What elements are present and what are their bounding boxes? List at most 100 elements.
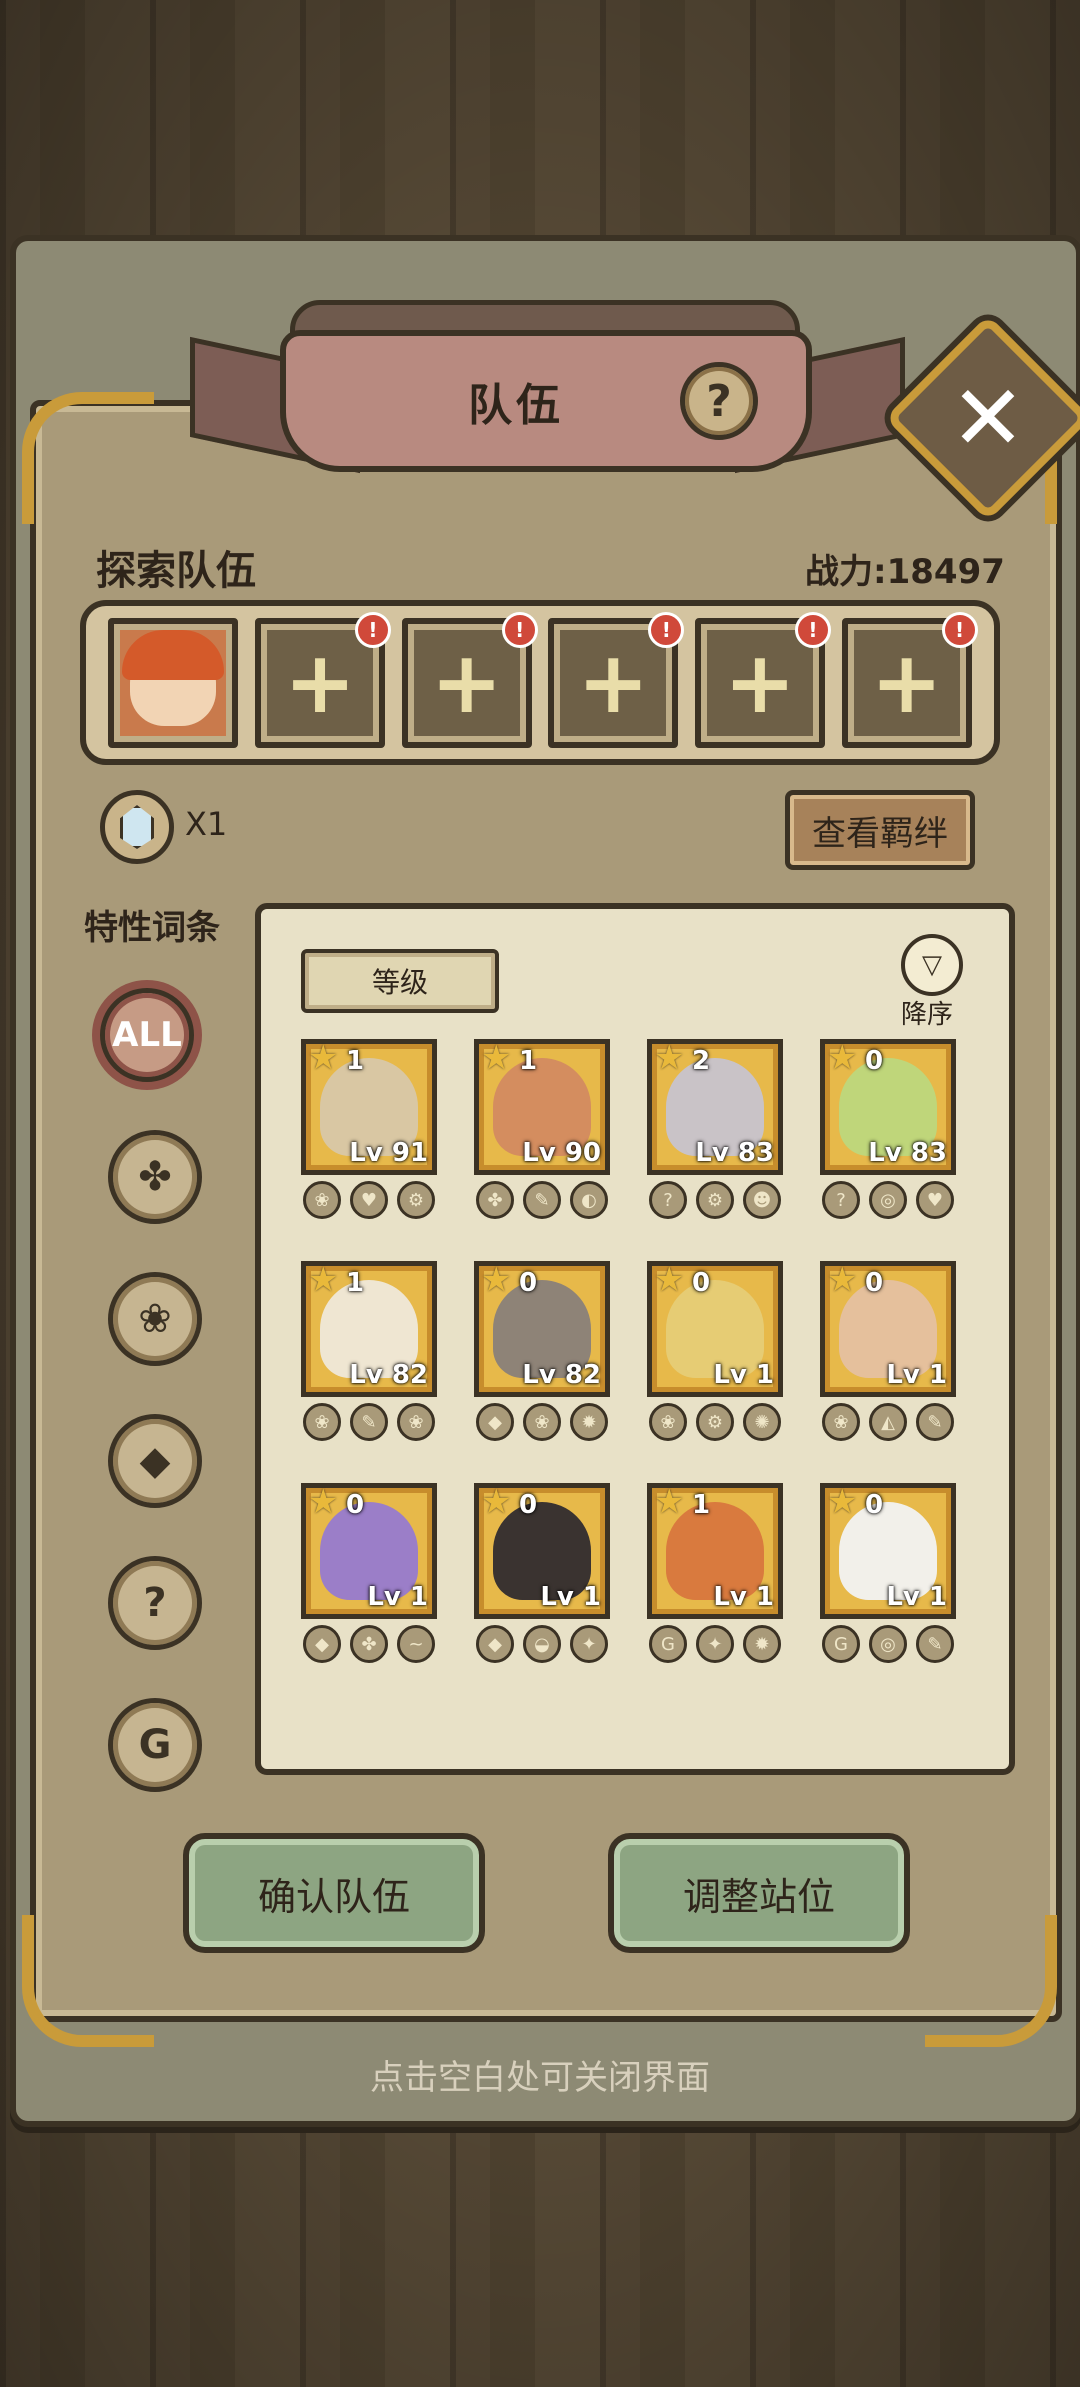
alert-badge: ! (501, 611, 538, 648)
star-icon: ★ (481, 1260, 512, 1300)
trait-icon: ◆ (476, 1625, 514, 1663)
hero-stars: 1 (346, 1046, 365, 1076)
close-icon[interactable]: ✕ (915, 345, 1061, 491)
trait-icon: ◆ (476, 1403, 514, 1441)
question-icon[interactable]: ? (108, 1556, 202, 1650)
help-icon[interactable]: ? (680, 362, 758, 440)
trait-icon: ✎ (350, 1403, 388, 1441)
trait-icon: ◐ (570, 1181, 608, 1219)
trait-filter-title: 特性词条 (84, 908, 220, 948)
hero-portrait: ★ 0 Lv 1 (301, 1482, 437, 1619)
hero-level: Lv 1 (540, 1582, 601, 1612)
star-icon: ★ (827, 1260, 858, 1300)
star-icon: ★ (827, 1482, 858, 1522)
hero-traits: ? ◎ ♥ (820, 1181, 956, 1219)
hero-stars: 0 (865, 1490, 884, 1520)
hero-card[interactable]: ★ 1 Lv 90 ✤ ✎ ◐ (474, 1038, 610, 1219)
hero-portrait: ★ 1 Lv 1 (647, 1482, 783, 1619)
trait-icon: ⚙ (696, 1403, 734, 1441)
crystal-icon[interactable]: ◆ (108, 1414, 202, 1508)
trait-icon: ~ (397, 1625, 435, 1663)
hero-card[interactable]: ★ 0 Lv 83 ? ◎ ♥ (820, 1038, 956, 1219)
star-icon: ★ (827, 1038, 858, 1078)
hero-traits: ✤ ✎ ◐ (474, 1181, 610, 1219)
hero-card[interactable]: ★ 0 Lv 82 ◆ ❀ ✹ (474, 1260, 610, 1441)
hero-card[interactable]: ★ 0 Lv 1 G ◎ ✎ (820, 1482, 956, 1663)
team-slot-empty[interactable]: + ! (401, 611, 538, 748)
plus-icon: + (870, 632, 943, 733)
trait-icon: ✺ (743, 1403, 781, 1441)
hero-level: Lv 1 (367, 1582, 428, 1612)
hero-stars: 2 (692, 1046, 711, 1076)
hook-icon[interactable]: G (108, 1698, 202, 1792)
hero-traits: ? ⚙ ☻ (647, 1181, 783, 1219)
team-slot-empty[interactable]: + ! (254, 611, 391, 748)
sort-arrow-icon[interactable]: ▽ (901, 934, 963, 996)
star-icon: ★ (654, 1260, 685, 1300)
corner-ornament (22, 1915, 154, 2047)
hero-card[interactable]: ★ 0 Lv 1 ◆ ✤ ~ (301, 1482, 437, 1663)
trait-icon: ◭ (869, 1403, 907, 1441)
hero-card[interactable]: ★ 0 Lv 1 ❀ ◭ ✎ (820, 1260, 956, 1441)
hero-level: Lv 1 (713, 1360, 774, 1390)
hero-card[interactable]: ★ 0 Lv 1 ❀ ⚙ ✺ (647, 1260, 783, 1441)
trait-filter-all[interactable]: ALL (100, 988, 194, 1082)
adjust-position-button[interactable]: 调整站位 (608, 1833, 910, 1953)
team-title: 探索队伍 (96, 548, 256, 594)
team-slot-hero[interactable] (108, 617, 239, 748)
trait-icon: G (822, 1625, 860, 1663)
star-icon: ★ (654, 1038, 685, 1078)
view-bonds-button[interactable]: 查看羁绊 (785, 790, 975, 870)
trait-icon: ❀ (523, 1403, 561, 1441)
trait-icon: ❀ (649, 1403, 687, 1441)
trait-icon: ✎ (523, 1181, 561, 1219)
trait-icon: ✦ (570, 1625, 608, 1663)
crystal-icon (120, 805, 154, 849)
hero-level: Lv 90 (522, 1138, 601, 1168)
plus-icon: + (430, 632, 503, 733)
plus-icon: + (577, 632, 650, 733)
hero-traits: G ◎ ✎ (820, 1625, 956, 1663)
hero-traits: G ✦ ✹ (647, 1625, 783, 1663)
star-icon: ★ (481, 1482, 512, 1522)
hero-card[interactable]: ★ 1 Lv 82 ❀ ✎ ❀ (301, 1260, 437, 1441)
star-icon: ★ (654, 1482, 685, 1522)
trait-icon: ❀ (397, 1403, 435, 1441)
hero-stars: 0 (692, 1268, 711, 1298)
hero-level: Lv 83 (868, 1138, 947, 1168)
team-power: 战力:18497 (805, 552, 1005, 592)
hero-portrait: ★ 0 Lv 1 (820, 1260, 956, 1397)
hero-stars: 1 (692, 1490, 711, 1520)
hero-traits: ❀ ⚙ ✺ (647, 1403, 783, 1441)
paw-icon[interactable]: ❀ (108, 1272, 202, 1366)
trait-icon: ✹ (743, 1625, 781, 1663)
hero-card[interactable]: ★ 0 Lv 1 ◆ ◒ ✦ (474, 1482, 610, 1663)
hero-portrait: ★ 1 Lv 91 (301, 1038, 437, 1175)
sort-field-button[interactable]: 等级 (301, 949, 499, 1013)
team-slot-empty[interactable]: + ! (548, 611, 685, 748)
hero-stars: 0 (519, 1490, 538, 1520)
hero-card[interactable]: ★ 1 Lv 1 G ✦ ✹ (647, 1482, 783, 1663)
hero-card[interactable]: ★ 1 Lv 91 ❀ ♥ ⚙ (301, 1038, 437, 1219)
team-slot-empty[interactable]: + ! (841, 611, 978, 748)
alert-badge: ! (648, 611, 685, 648)
hero-stars: 0 (519, 1268, 538, 1298)
hero-traits: ❀ ◭ ✎ (820, 1403, 956, 1441)
hero-traits: ◆ ✤ ~ (301, 1625, 437, 1663)
hero-portrait: ★ 2 Lv 83 (647, 1038, 783, 1175)
hero-level: Lv 82 (349, 1360, 428, 1390)
hero-stars: 0 (865, 1046, 884, 1076)
leaf-icon[interactable]: ✤ (108, 1130, 202, 1224)
hero-card[interactable]: ★ 2 Lv 83 ? ⚙ ☻ (647, 1038, 783, 1219)
plus-icon: + (723, 632, 796, 733)
alert-badge: ! (941, 611, 978, 648)
trait-icon: ? (822, 1181, 860, 1219)
team-slot-empty[interactable]: + ! (694, 611, 831, 748)
trait-icon: ❀ (822, 1403, 860, 1441)
hero-traits: ❀ ♥ ⚙ (301, 1181, 437, 1219)
confirm-team-button[interactable]: 确认队伍 (183, 1833, 485, 1953)
hero-stars: 0 (865, 1268, 884, 1298)
hero-roster[interactable]: 等级 ▽ 降序 ★ 1 Lv 91 ❀ ♥ ⚙ ★ 1 Lv 90 ✤ ✎ ◐ ★ 2 Lv 83? ⚙ ☻ ★ 0… (255, 903, 1015, 1775)
trait-icon: ◎ (869, 1625, 907, 1663)
sort-order-label: 降序 (901, 1000, 954, 1030)
